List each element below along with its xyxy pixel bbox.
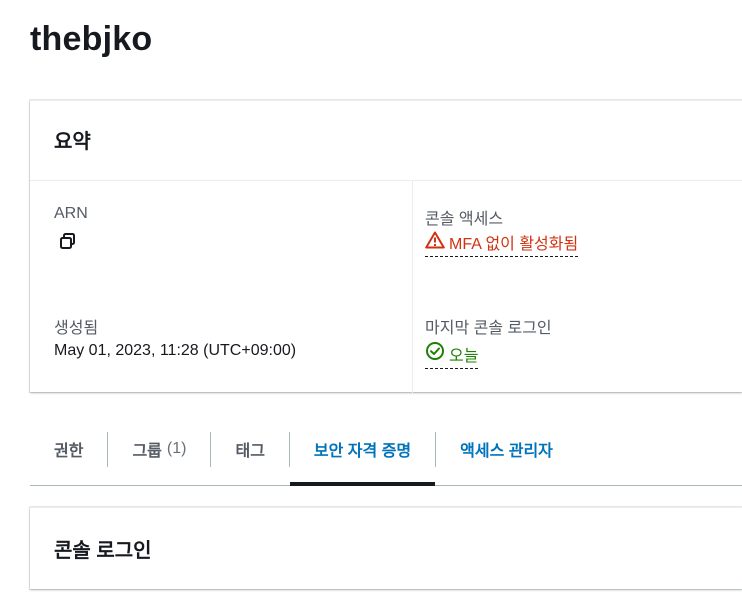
console-login-title: 콘솔 로그인 (54, 540, 152, 562)
tab-tags[interactable]: 태그 (211, 412, 288, 485)
arn-label: ARN (54, 205, 88, 222)
console-access-value: MFA 없이 활성화됨 (449, 236, 579, 253)
last-login-label: 마지막 콘솔 로그인 (425, 320, 552, 337)
tab-access-advisor-label: 액세스 관리자 (460, 442, 553, 460)
tab-security-credentials-label: 보안 자격 증명 (313, 442, 412, 460)
tab-access-advisor[interactable]: 액세스 관리자 (436, 412, 577, 485)
summary-title: 요약 (54, 131, 91, 153)
warning-icon (425, 231, 445, 254)
console-access-label: 콘솔 액세스 (425, 211, 504, 228)
page-title: thebjko (30, 20, 153, 58)
summary-right-column: 콘솔 액세스 MFA 없이 활성화됨 마지막 콘솔 로그인 오늘 (412, 181, 742, 393)
summary-card: 요약 ARN 생성됨 May 01, 2023, 11:28 (UTC+09:0… (30, 100, 742, 393)
check-circle-icon (425, 341, 445, 366)
created-label: 생성됨 (54, 320, 99, 337)
created-value: May 01, 2023, 11:28 (UTC+09:00) (54, 342, 297, 359)
tab-permissions-label: 권한 (54, 442, 84, 460)
tab-permissions[interactable]: 권한 (30, 412, 107, 485)
tab-tags-label: 태그 (235, 442, 265, 460)
last-login-value: 오늘 (449, 347, 479, 365)
tab-groups[interactable]: 그룹 (1) (108, 412, 210, 485)
console-access-status[interactable]: MFA 없이 활성화됨 (425, 230, 579, 257)
summary-header: 요약 (30, 101, 742, 181)
user-tabs: 권한 그룹 (1) 태그 보안 자격 증명 액세스 관리자 (30, 412, 742, 486)
tab-groups-count: (1) (166, 439, 187, 457)
tab-security-credentials[interactable]: 보안 자격 증명 (289, 412, 436, 486)
console-login-card: 콘솔 로그인 (30, 507, 742, 589)
tab-groups-label: 그룹 (132, 442, 162, 460)
copy-icon[interactable] (58, 231, 78, 251)
last-login-status[interactable]: 오늘 (425, 341, 479, 369)
summary-left-column: ARN 생성됨 May 01, 2023, 11:28 (UTC+09:00) (30, 181, 412, 393)
